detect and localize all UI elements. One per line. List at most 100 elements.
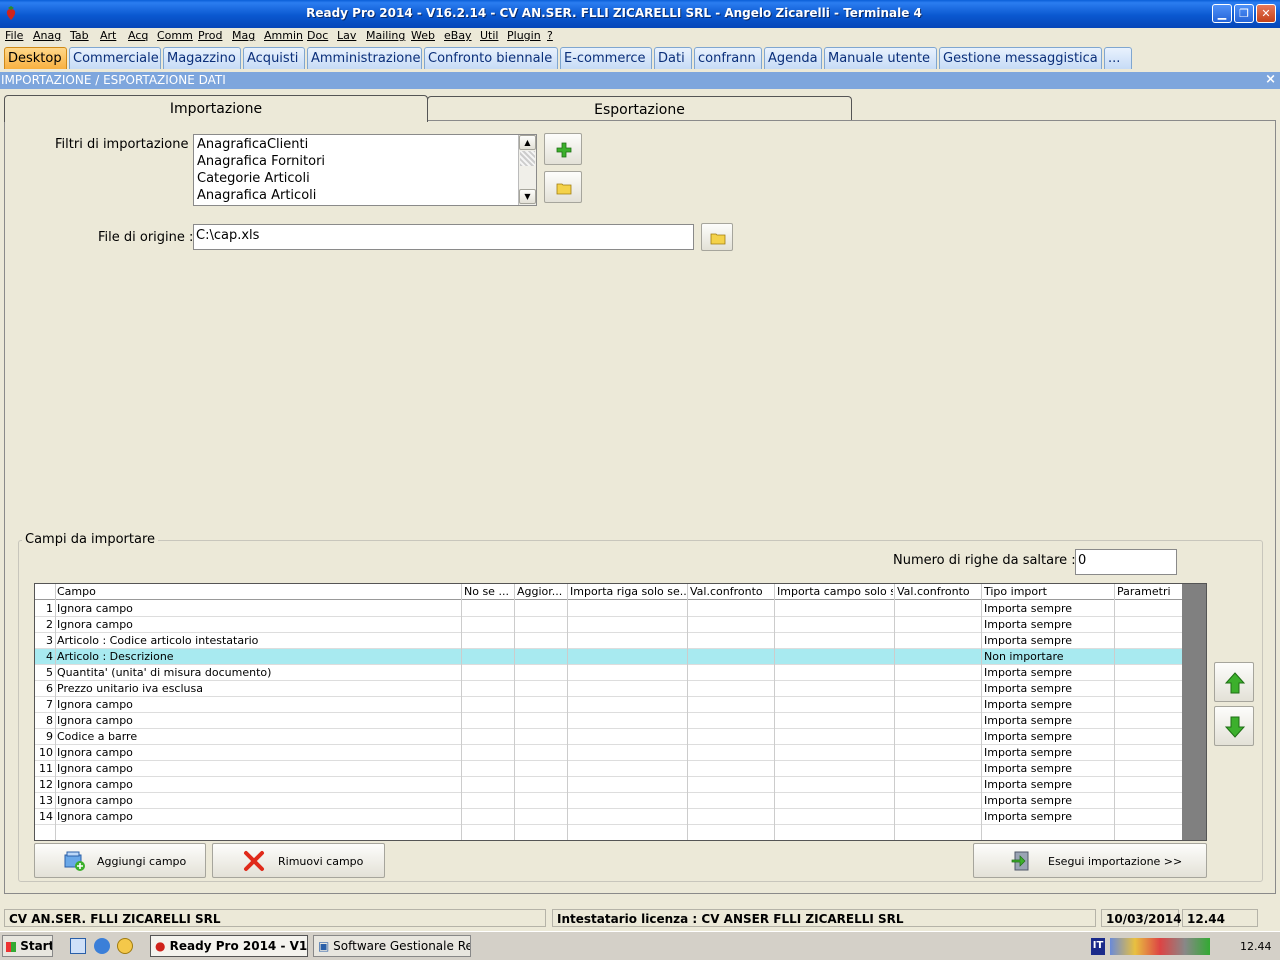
add-filter-button[interactable] (544, 133, 582, 165)
cell-tipo-import[interactable]: Importa sempre (984, 810, 1072, 823)
tab-esportazione[interactable]: Esportazione (427, 96, 852, 121)
cell-campo[interactable]: Ignora campo (57, 794, 133, 807)
move-down-button[interactable] (1214, 706, 1254, 746)
column-header[interactable]: Aggior... (517, 585, 567, 598)
menu-anag[interactable]: Anag (33, 29, 61, 42)
tab-amministrazione[interactable]: Amministrazione (307, 47, 422, 69)
start-button[interactable]: Start (2, 935, 53, 957)
menu-comm[interactable]: Comm (157, 29, 193, 42)
cell-tipo-import[interactable]: Importa sempre (984, 682, 1072, 695)
taskbar-item-readypro[interactable]: ● Ready Pro 2014 - V16... (150, 935, 308, 957)
table-row[interactable]: 14 Ignora campo Importa sempre (35, 809, 1182, 825)
menu-lav[interactable]: Lav (337, 29, 356, 42)
table-row[interactable]: 1 Ignora campo Importa sempre (35, 601, 1182, 617)
tab-importazione[interactable]: Importazione (4, 95, 428, 122)
cell-tipo-import[interactable]: Importa sempre (984, 634, 1072, 647)
table-row[interactable]: 12 Ignora campo Importa sempre (35, 777, 1182, 793)
close-button[interactable]: ✕ (1256, 4, 1276, 23)
fields-grid[interactable]: Campo No se ... Aggior... Importa riga s… (34, 583, 1207, 841)
table-row[interactable]: 6 Prezzo unitario iva esclusa Importa semp… (35, 681, 1182, 697)
column-header[interactable]: Val.confronto (897, 585, 981, 598)
cell-campo[interactable]: Ignora campo (57, 762, 133, 775)
restore-button[interactable]: ❐ (1234, 4, 1254, 23)
source-file-input[interactable]: C:\cap.xls (193, 224, 694, 250)
table-row[interactable]: 10 Ignora campo Importa sempre (35, 745, 1182, 761)
cell-tipo-import[interactable]: Importa sempre (984, 602, 1072, 615)
cell-tipo-import[interactable]: Importa sempre (984, 762, 1072, 775)
section-close-icon[interactable]: × (1265, 72, 1276, 87)
cell-campo[interactable]: Articolo : Descrizione (57, 650, 174, 663)
remove-field-button[interactable]: Rimuovi campo (212, 843, 385, 878)
tab-acquisti[interactable]: Acquisti (243, 47, 305, 69)
cell-campo[interactable]: Codice a barre (57, 730, 137, 743)
taskbar-item-software[interactable]: ▣ Software Gestionale Rea... (313, 935, 471, 957)
menu-util[interactable]: Util (480, 29, 498, 42)
tab-agenda[interactable]: Agenda (764, 47, 822, 69)
table-row[interactable]: 13 Ignora campo Importa sempre (35, 793, 1182, 809)
tab-e-commerce[interactable]: E-commerce (560, 47, 652, 69)
table-row[interactable]: 11 Ignora campo Importa sempre (35, 761, 1182, 777)
cell-tipo-import[interactable]: Importa sempre (984, 778, 1072, 791)
tab-confrann[interactable]: confrann (694, 47, 762, 69)
column-header[interactable]: No se ... (464, 585, 514, 598)
cell-tipo-import[interactable]: Non importare (984, 650, 1064, 663)
menu-acq[interactable]: Acq (128, 29, 148, 42)
browse-file-button[interactable] (701, 223, 733, 251)
language-indicator[interactable]: IT (1091, 938, 1105, 955)
scroll-down-icon[interactable]: ▼ (519, 189, 536, 204)
clock-app-icon[interactable] (117, 938, 133, 954)
desktop-icon[interactable] (70, 938, 86, 954)
cell-campo[interactable]: Ignora campo (57, 810, 133, 823)
menu-prod[interactable]: Prod (198, 29, 222, 42)
tab-more[interactable]: ... (1104, 47, 1132, 69)
scroll-thumb[interactable] (520, 151, 535, 166)
cell-campo[interactable]: Ignora campo (57, 778, 133, 791)
tab-manuale-utente[interactable]: Manuale utente (824, 47, 937, 69)
cell-tipo-import[interactable]: Importa sempre (984, 730, 1072, 743)
table-row[interactable]: 4 Articolo : Descrizione Non importare (35, 649, 1182, 665)
menu-help[interactable]: ? (547, 29, 553, 42)
menu-mailing[interactable]: Mailing (366, 29, 405, 42)
column-header[interactable]: Tipo import (984, 585, 1112, 598)
skip-rows-input[interactable]: 0 (1075, 549, 1177, 575)
cell-campo[interactable]: Ignora campo (57, 618, 133, 631)
cell-campo[interactable]: Ignora campo (57, 698, 133, 711)
menu-tab[interactable]: Tab (70, 29, 89, 42)
move-up-button[interactable] (1214, 662, 1254, 702)
cell-campo[interactable]: Prezzo unitario iva esclusa (57, 682, 203, 695)
minimize-button[interactable]: ▁ (1212, 4, 1232, 23)
filters-scrollbar[interactable]: ▲ ▼ (518, 135, 536, 205)
add-field-button[interactable]: Aggiungi campo (34, 843, 206, 878)
tab-magazzino[interactable]: Magazzino (163, 47, 241, 69)
tray-icons[interactable] (1110, 938, 1210, 955)
cell-campo[interactable]: Ignora campo (57, 714, 133, 727)
tab-desktop[interactable]: Desktop (4, 47, 67, 69)
tab-dati[interactable]: Dati (654, 47, 692, 69)
filters-listbox[interactable]: AnagraficaClienti Anagrafica Fornitori C… (193, 134, 537, 206)
menu-art[interactable]: Art (100, 29, 116, 42)
tab-confronto-biennale[interactable]: Confronto biennale (424, 47, 558, 69)
cell-campo[interactable]: Ignora campo (57, 746, 133, 759)
list-item[interactable]: Categorie Articoli (194, 171, 536, 188)
column-header[interactable]: Importa riga solo se... (570, 585, 686, 598)
table-row[interactable]: 3 Articolo : Codice articolo intestatario… (35, 633, 1182, 649)
tab-commerciale[interactable]: Commerciale (69, 47, 161, 69)
menu-web[interactable]: Web (411, 29, 435, 42)
menu-doc[interactable]: Doc (307, 29, 328, 42)
ie-icon[interactable] (94, 938, 110, 954)
column-header[interactable]: Campo (57, 585, 457, 598)
open-filter-button[interactable] (544, 171, 582, 203)
list-item[interactable]: Anagrafica Fornitori (194, 154, 536, 171)
menu-plugin[interactable]: Plugin (507, 29, 541, 42)
menu-ebay[interactable]: eBay (444, 29, 472, 42)
cell-tipo-import[interactable]: Importa sempre (984, 618, 1072, 631)
menu-file[interactable]: File (5, 29, 23, 42)
cell-tipo-import[interactable]: Importa sempre (984, 794, 1072, 807)
table-row[interactable]: 2 Ignora campo Importa sempre (35, 617, 1182, 633)
list-item[interactable]: AnagraficaClienti (194, 137, 536, 154)
table-row[interactable]: 5 Quantita' (unita' di misura documento) I… (35, 665, 1182, 681)
cell-tipo-import[interactable]: Importa sempre (984, 746, 1072, 759)
menu-ammin[interactable]: Ammin (264, 29, 303, 42)
scroll-up-icon[interactable]: ▲ (519, 135, 536, 150)
column-header[interactable]: Val.confronto (690, 585, 774, 598)
